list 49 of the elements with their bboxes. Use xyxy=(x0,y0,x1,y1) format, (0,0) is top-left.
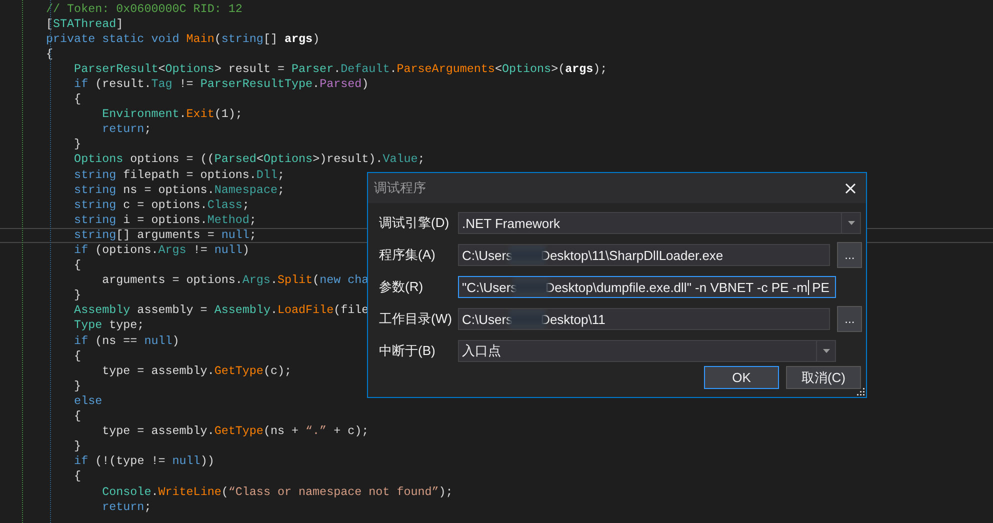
code-line: { xyxy=(73,92,82,108)
field-label: 参数(R) xyxy=(379,278,424,296)
field-label: 程序集(A) xyxy=(379,246,436,264)
code-line: { xyxy=(73,409,82,424)
code-line: { xyxy=(73,348,82,364)
code-line: private static void Main(string[] args) xyxy=(46,32,320,47)
dropdown-caret-icon xyxy=(822,349,830,353)
code-line: } xyxy=(73,378,82,394)
code-line: Type type; xyxy=(73,318,144,334)
text-field[interactable]: C:\Users Desktop\11\SharpDllLoader.exe xyxy=(458,244,830,266)
field-label: 工作目录(W) xyxy=(379,310,453,328)
close-icon[interactable] xyxy=(845,182,856,194)
dropdown-field[interactable]: .NET Framework xyxy=(458,212,861,234)
code-line: { xyxy=(73,469,82,484)
code-line: if (result.Tag != ParserResultType.Parsed) xyxy=(73,76,369,92)
dropdown-caret-icon xyxy=(848,221,854,225)
code-line: else xyxy=(73,394,102,410)
code-line: type = assembly.GetType(ns + “.” + c); xyxy=(101,424,369,440)
code-line: return; xyxy=(101,122,152,138)
field-label: 中断于(B) xyxy=(379,342,436,360)
code-line: Console.WriteLine(“Class or namespace not found”); xyxy=(101,484,453,500)
code-line: string filepath = options.Dll; xyxy=(73,168,284,183)
browse-button[interactable]: ... xyxy=(837,306,862,332)
code-line: Assembly assembly = Assembly.LoadFile(file xyxy=(73,303,369,318)
text-field[interactable]: "C:\Users Desktop\dumpfile.exe.dll" -n VBNET -c PE -m PE xyxy=(458,276,836,298)
code-line: } xyxy=(73,439,82,454)
code-line: string ns = options.Namespace; xyxy=(73,182,284,198)
code-line: { xyxy=(73,258,82,274)
code-line: string c = options.Class; xyxy=(73,198,250,213)
code-line: } xyxy=(73,137,82,152)
code-line: if (!(type != null)) xyxy=(73,454,214,470)
ok-button[interactable]: OK xyxy=(704,366,779,389)
code-line: Environment.Exit(1); xyxy=(101,107,242,122)
code-line: if (ns == null) xyxy=(73,334,180,349)
browse-button[interactable]: ... xyxy=(837,242,862,268)
code-line: ParserResult<Options> result = Parser.Default.ParseArguments<Options>(args); xyxy=(73,62,608,77)
code-line: Options options = ((Parsed<Options>)result).Value; xyxy=(73,152,425,168)
cancel-button[interactable]: 取消(C) xyxy=(786,366,861,389)
code-line: } xyxy=(73,288,82,304)
code-line: string i = options.Method; xyxy=(73,212,256,228)
code-line: type = assembly.GetType(c); xyxy=(101,364,292,379)
code-line: string[] arguments = null; xyxy=(73,228,256,243)
field-label: 调试引擎(D) xyxy=(379,214,450,232)
dropdown-field[interactable]: 入口点 xyxy=(458,340,836,362)
resize-grip-icon[interactable] xyxy=(855,386,865,396)
code-line: if (options.Args != null) xyxy=(73,243,250,258)
dialog-title: 调试程序 xyxy=(374,179,426,197)
code-line: return; xyxy=(101,500,152,515)
text-field[interactable]: C:\Users Desktop\11 xyxy=(458,308,830,330)
